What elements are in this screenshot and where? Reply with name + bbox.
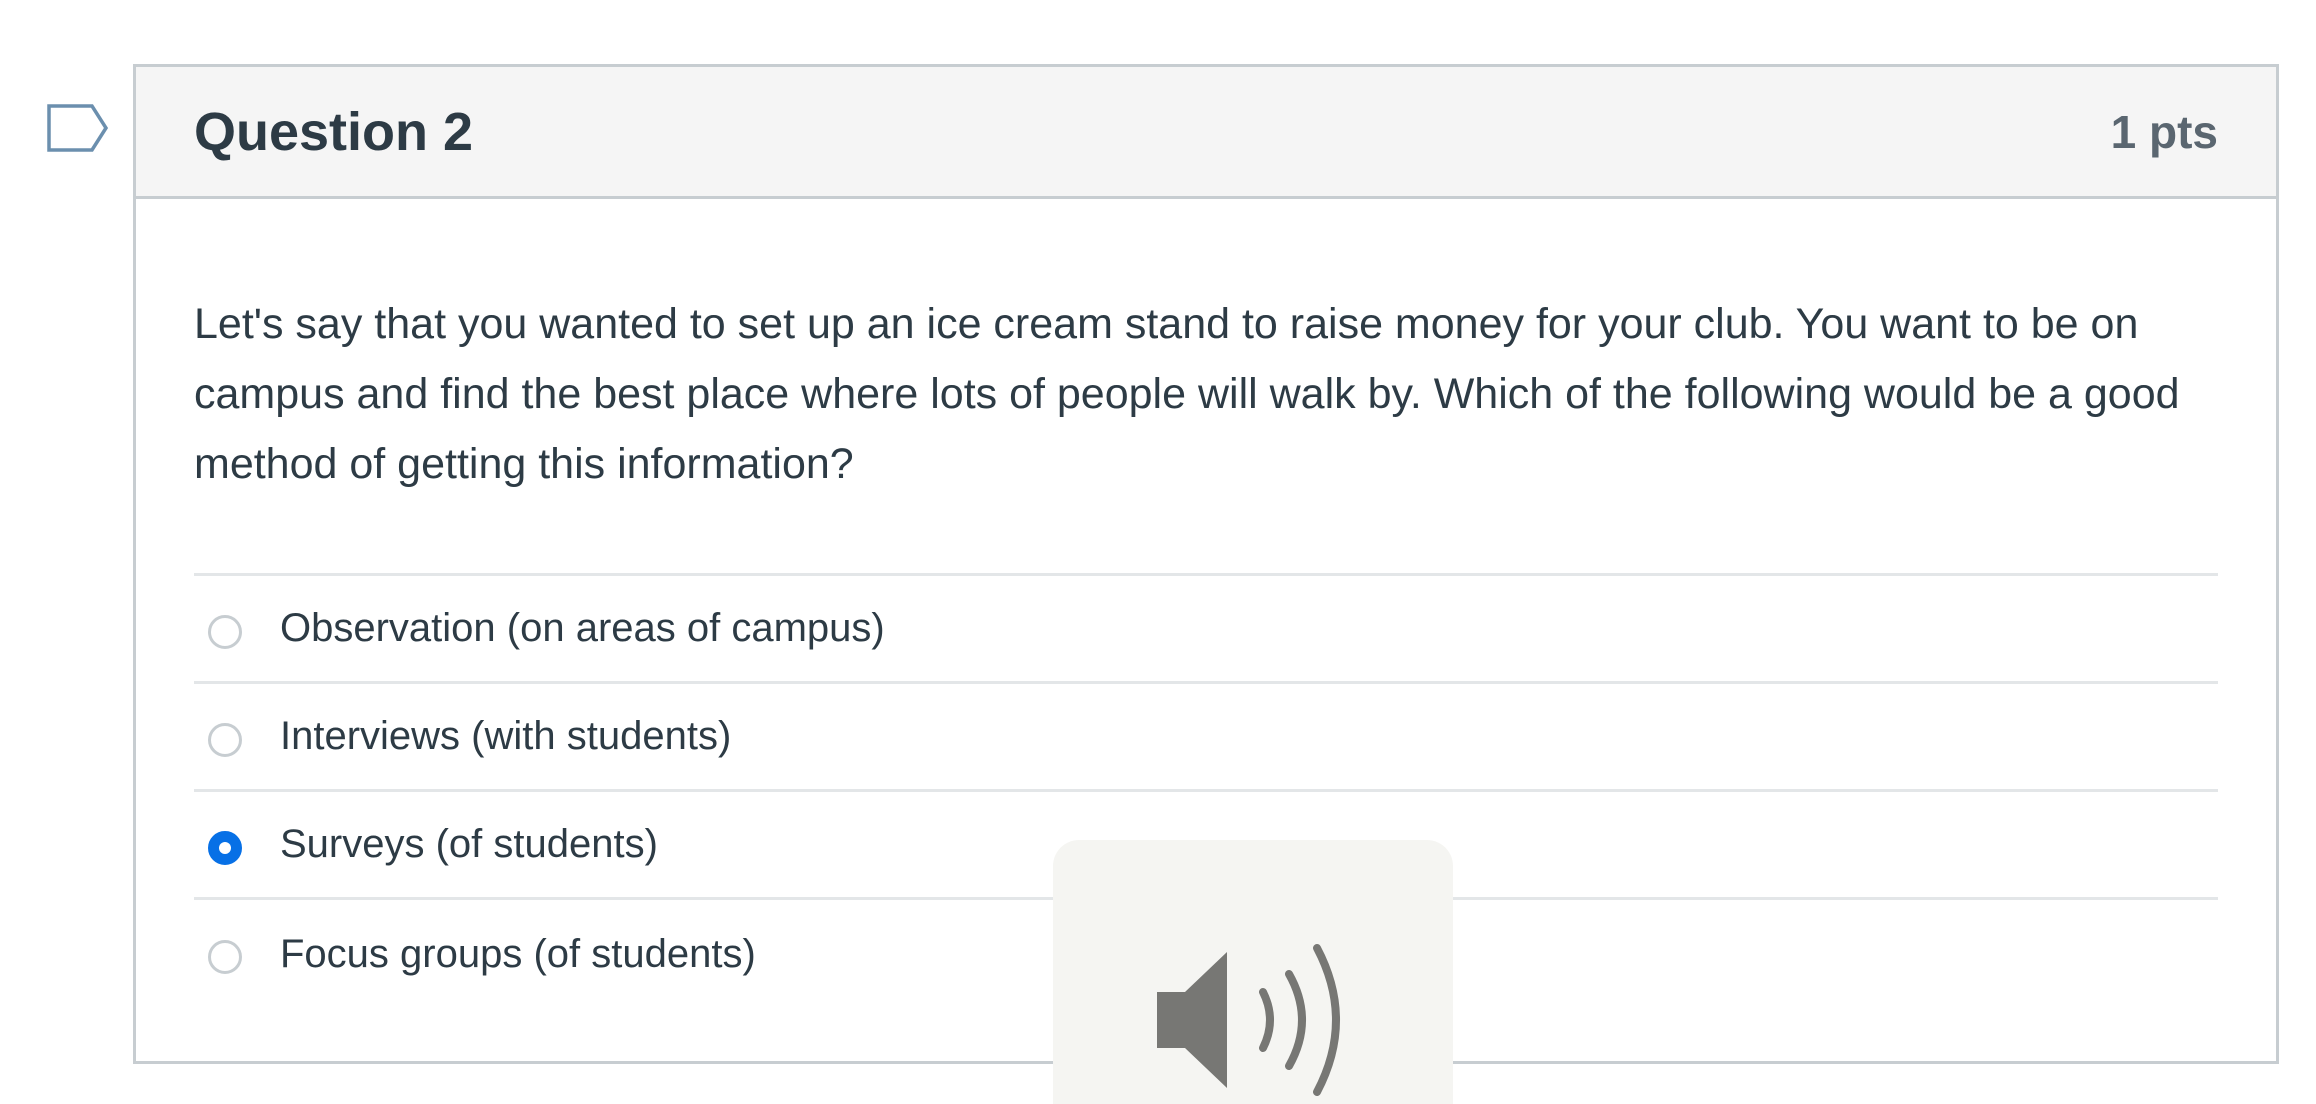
answer-label[interactable]: Focus groups (of students)	[280, 932, 756, 977]
answer-radio[interactable]	[208, 722, 242, 757]
question-text: Let's say that you wanted to set up an i…	[194, 300, 2180, 488]
answer-option[interactable]: Observation (on areas of campus)	[194, 576, 2218, 684]
quiz-page: Question 2 1 pts Let's say that you want…	[0, 0, 2316, 1104]
volume-popup	[1053, 840, 1453, 1104]
answer-label[interactable]: Observation (on areas of campus)	[280, 606, 885, 651]
question-header: Question 2 1 pts	[136, 67, 2276, 199]
answer-radio[interactable]	[208, 830, 242, 865]
answer-label[interactable]: Interviews (with students)	[280, 714, 731, 759]
speaker-icon	[1157, 944, 1340, 1096]
answer-label[interactable]: Surveys (of students)	[280, 822, 658, 867]
answer-option[interactable]: Interviews (with students)	[194, 684, 2218, 792]
question-points: 1 pts	[2110, 105, 2218, 158]
question-title: Question 2	[194, 101, 474, 162]
answer-radio[interactable]	[208, 614, 242, 649]
answer-radio[interactable]	[208, 940, 242, 974]
flag-question-icon[interactable]	[46, 103, 110, 153]
